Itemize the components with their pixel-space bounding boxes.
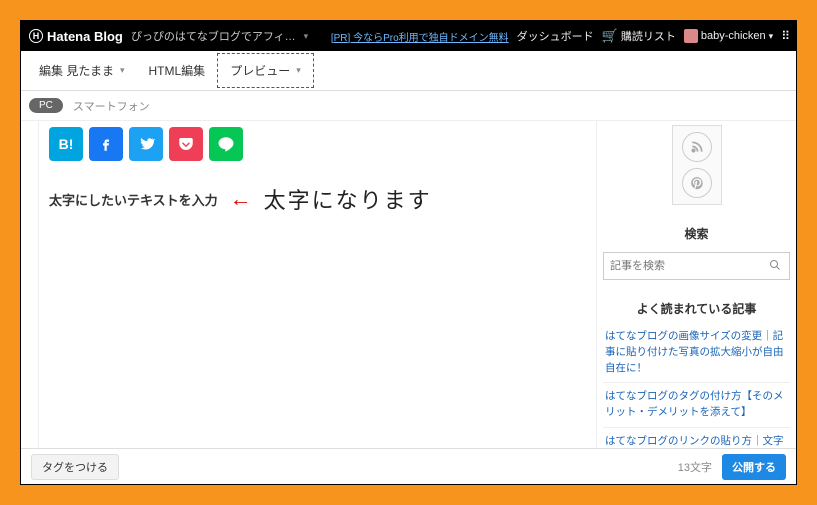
pocket-icon — [177, 135, 195, 153]
search-section-title: 検索 — [603, 219, 790, 248]
avatar-icon — [684, 29, 698, 43]
tab-visual-edit[interactable]: 編集 見たまま ▾ — [27, 54, 137, 87]
brand-logo[interactable]: H Hatena Blog — [29, 29, 123, 44]
line-icon — [217, 135, 235, 153]
share-pocket-button[interactable] — [169, 127, 203, 161]
promo-link[interactable]: [PR] 今ならPro利用で独自ドメイン無料 — [331, 29, 509, 44]
share-hatena-button[interactable]: B! — [49, 127, 83, 161]
chevron-down-icon: ▾ — [296, 65, 301, 76]
tab-html-edit[interactable]: HTML編集 — [137, 54, 218, 87]
popular-article-link[interactable]: はてなブログのタグの付け方【そのメリット・デメリットを添えて】 — [603, 383, 790, 428]
blog-name[interactable]: ぴっぴのはてなブログでアフィ… — [131, 28, 296, 44]
annotation-arrow: ← — [230, 186, 252, 212]
tab-preview-label: プレビュー — [230, 62, 290, 79]
reader-list-label: 購読リスト — [621, 28, 676, 44]
add-tag-button[interactable]: タグをつける — [31, 454, 119, 480]
hatena-icon: H — [29, 29, 43, 43]
tab-html-label: HTML編集 — [149, 62, 206, 79]
user-menu[interactable]: baby-chicken ▾ — [684, 29, 773, 43]
blogname-chevron-icon[interactable]: ▾ — [304, 31, 309, 42]
share-line-button[interactable] — [209, 127, 243, 161]
popular-article-link[interactable]: はてなブログのリンクの貼り方｜文字や画像の埋め込みまでまるっと解説！ — [603, 428, 790, 448]
left-rail — [21, 121, 39, 448]
search-box[interactable] — [603, 252, 790, 280]
rss-icon[interactable] — [682, 132, 712, 162]
pinterest-icon[interactable] — [682, 168, 712, 198]
popular-section-title: よく読まれている記事 — [603, 294, 790, 323]
username-label: baby-chicken — [701, 30, 766, 42]
share-facebook-button[interactable] — [89, 127, 123, 161]
char-count: 13文字 — [678, 459, 712, 475]
publish-button[interactable]: 公開する — [722, 454, 786, 480]
user-chevron-icon: ▾ — [769, 31, 774, 42]
chevron-down-icon: ▾ — [120, 65, 125, 76]
cart-icon: 🛒 — [602, 28, 618, 44]
device-smartphone[interactable]: スマートフォン — [73, 98, 150, 114]
tab-preview[interactable]: プレビュー ▾ — [217, 53, 314, 88]
bold-sample-text: 太字にしたいテキストを入力 — [49, 190, 218, 209]
share-twitter-button[interactable] — [129, 127, 163, 161]
twitter-icon — [137, 135, 155, 153]
device-pc[interactable]: PC — [29, 98, 63, 113]
apps-icon[interactable]: ⠿ — [781, 29, 788, 43]
popular-article-link[interactable]: はてなブログの画像サイズの変更｜記事に貼り付けた写真の拡大縮小が自由自在に！ — [603, 323, 790, 383]
facebook-icon — [97, 135, 115, 153]
dashboard-link[interactable]: ダッシュボード — [517, 28, 594, 44]
annotation-caption: 太字になります — [264, 183, 432, 215]
search-input[interactable] — [604, 260, 761, 272]
tab-visual-label: 編集 見たまま — [39, 62, 114, 79]
search-icon[interactable] — [761, 259, 789, 274]
brand-text: Hatena Blog — [47, 29, 123, 44]
reader-list-link[interactable]: 🛒 購読リスト — [602, 28, 676, 44]
